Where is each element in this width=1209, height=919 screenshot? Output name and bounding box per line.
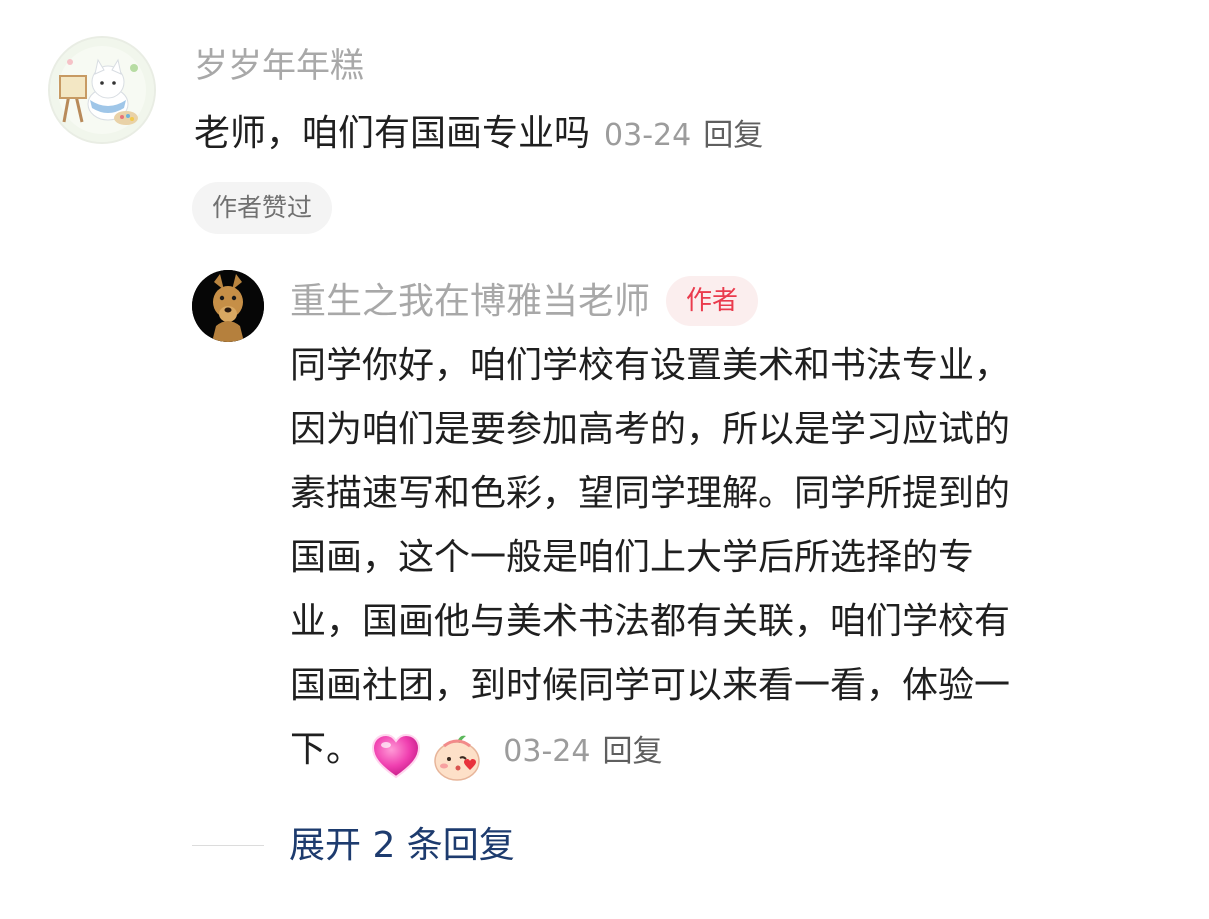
expand-replies-button[interactable]: 展开 2 条回复 bbox=[289, 818, 515, 874]
reply-text-line: 业，国画他与美术书法都有关联，咱们学校有 bbox=[290, 601, 1011, 642]
reply-username[interactable]: 重生之我在博雅当老师 bbox=[290, 281, 650, 322]
reply-text-line: 同学你好，咱们学校有设置美术和书法专业， bbox=[290, 345, 1011, 386]
comment-date: 03-24 bbox=[604, 118, 692, 153]
reply-tail-line: 下。 03-24 回复 bbox=[290, 718, 662, 788]
reply-reply-button[interactable]: 回复 bbox=[602, 734, 662, 769]
expand-replies-row: 展开 2 条回复 bbox=[192, 818, 792, 874]
avatar[interactable] bbox=[192, 270, 264, 342]
avatar[interactable] bbox=[48, 36, 156, 144]
blushing-kiss-emoji-icon bbox=[434, 735, 480, 781]
expand-divider bbox=[192, 845, 264, 846]
pink-heart-emoji-icon bbox=[372, 733, 421, 778]
comment-reply-button[interactable]: 回复 bbox=[703, 118, 763, 153]
author-badge: 作者 bbox=[666, 276, 759, 326]
cat-painter-avatar-icon bbox=[50, 38, 154, 142]
reply-text-line: 素描速写和色彩，望同学理解。同学所提到的 bbox=[290, 473, 1011, 514]
reply-text-tail: 下。 bbox=[290, 729, 363, 770]
reply-text-line: 国画社团，到时候同学可以来看一看，体验一 bbox=[290, 665, 1011, 706]
reply-text: 同学你好，咱们学校有设置美术和书法专业， 因为咱们是要参加高考的，所以是学习应试… bbox=[290, 334, 1130, 718]
comment-username[interactable]: 岁岁年年糕 bbox=[194, 44, 364, 88]
reply-text-line: 国画，这个一般是咱们上大学后所选择的专 bbox=[290, 537, 975, 578]
dog-avatar-icon bbox=[192, 270, 264, 342]
reply-text-line: 因为咱们是要参加高考的，所以是学习应试的 bbox=[290, 409, 1011, 450]
author-liked-badge: 作者赞过 bbox=[192, 182, 333, 234]
reply-date: 03-24 bbox=[503, 734, 591, 769]
comment-text: 老师，咱们有国画专业吗 bbox=[194, 113, 591, 154]
reply-username-row: 重生之我在博雅当老师 作者 bbox=[290, 276, 759, 326]
comment-line: 老师，咱们有国画专业吗 03-24 回复 bbox=[194, 110, 763, 164]
